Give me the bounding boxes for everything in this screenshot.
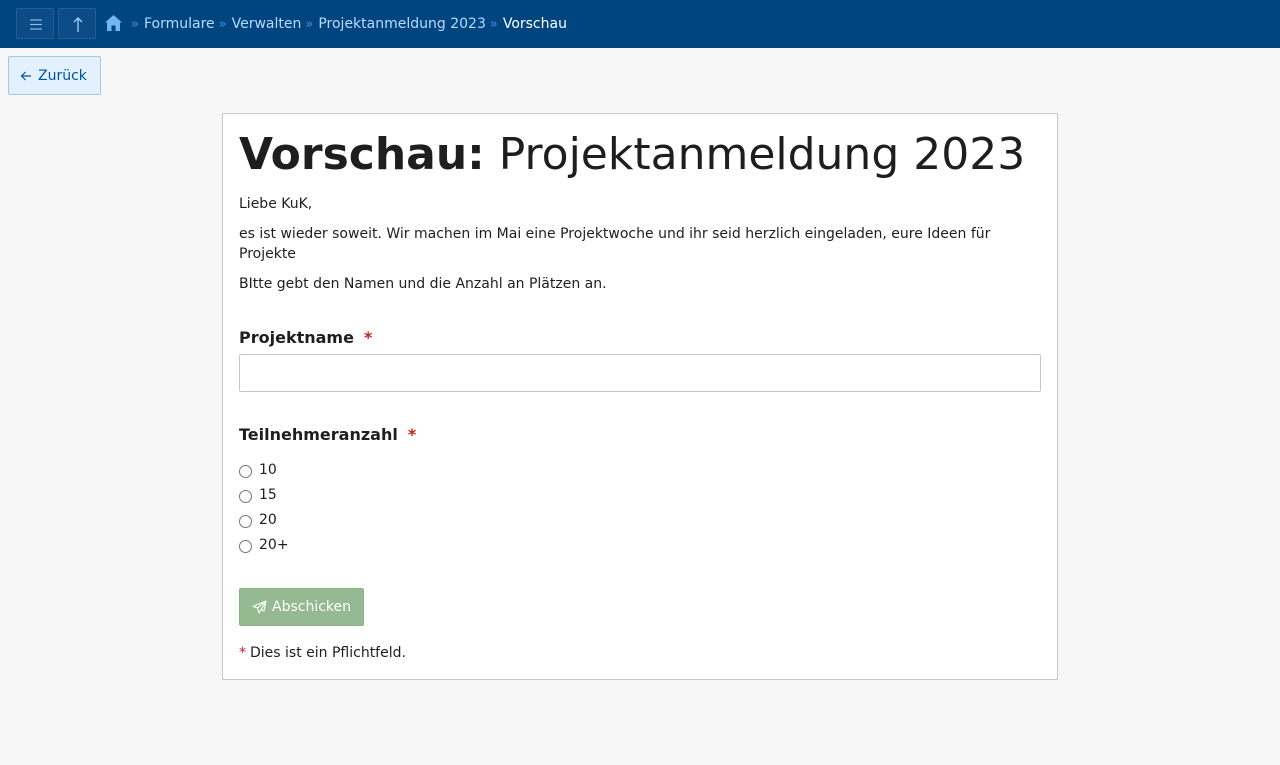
back-button[interactable]: Zurück xyxy=(8,56,101,95)
radio-option-label: 10 xyxy=(259,462,277,478)
radio-option-label: 20+ xyxy=(259,537,289,553)
breadcrumb-separator: » xyxy=(131,16,139,32)
breadcrumb-separator: » xyxy=(305,16,314,32)
projektname-label: Projektname * xyxy=(239,328,372,348)
intro-instruction: BItte gebt den Namen und die Anzahl an P… xyxy=(239,276,607,292)
intro-greeting: Liebe KuK, xyxy=(239,196,313,212)
arrow-left-icon xyxy=(20,71,31,80)
radio-button[interactable] xyxy=(239,515,252,528)
radio-option-label: 20 xyxy=(259,512,277,528)
arrow-up-icon xyxy=(73,17,83,32)
radio-button[interactable] xyxy=(239,465,252,478)
radio-option-15[interactable]: 15 xyxy=(239,485,277,505)
menu-button[interactable] xyxy=(16,8,54,39)
radio-option-10[interactable]: 10 xyxy=(239,460,277,480)
teilnehmeranzahl-label-text: Teilnehmeranzahl xyxy=(239,425,398,444)
home-icon[interactable] xyxy=(104,14,123,32)
radio-option-20-plus[interactable]: 20+ xyxy=(239,535,289,555)
title-prefix: Vorschau: xyxy=(239,129,485,180)
menu-icon xyxy=(30,19,42,30)
projektname-input[interactable] xyxy=(239,354,1041,392)
radio-option-20[interactable]: 20 xyxy=(239,510,277,530)
breadcrumb-separator: » xyxy=(489,16,498,32)
paper-plane-icon xyxy=(252,600,267,614)
up-level-button[interactable] xyxy=(58,8,96,39)
breadcrumb-verwalten[interactable]: Verwalten xyxy=(232,16,302,32)
radio-button[interactable] xyxy=(239,540,252,553)
page-title: Vorschau: Projektanmeldung 2023 xyxy=(239,130,1025,180)
submit-button[interactable]: Abschicken xyxy=(239,588,364,626)
title-form-name: Projektanmeldung 2023 xyxy=(498,129,1026,180)
projektname-label-text: Projektname xyxy=(239,328,354,347)
top-bar: » Formulare » Verwalten » Projektanmeldu… xyxy=(0,0,1280,48)
required-note-marker: * xyxy=(239,645,246,661)
breadcrumb-form[interactable]: Projektanmeldung 2023 xyxy=(318,16,486,32)
breadcrumb: » Formulare » Verwalten » Projektanmeldu… xyxy=(127,15,567,33)
submit-button-label: Abschicken xyxy=(272,599,352,615)
breadcrumb-separator: » xyxy=(218,16,227,32)
breadcrumb-formulare[interactable]: Formulare xyxy=(144,16,215,32)
intro-text: es ist wieder soweit. Wir machen im Mai … xyxy=(239,226,991,262)
required-marker: * xyxy=(363,328,373,347)
form-preview-card: Vorschau: Projektanmeldung 2023 Liebe Ku… xyxy=(222,113,1058,680)
radio-button[interactable] xyxy=(239,490,252,503)
required-note-text: Dies ist ein Pflichtfeld. xyxy=(250,645,406,661)
radio-option-label: 15 xyxy=(259,487,277,503)
breadcrumb-current: Vorschau xyxy=(502,16,567,32)
required-note: * Dies ist ein Pflichtfeld. xyxy=(239,643,406,663)
teilnehmeranzahl-label: Teilnehmeranzahl * xyxy=(239,425,416,445)
back-button-label: Zurück xyxy=(38,67,87,84)
required-marker: * xyxy=(407,425,417,444)
